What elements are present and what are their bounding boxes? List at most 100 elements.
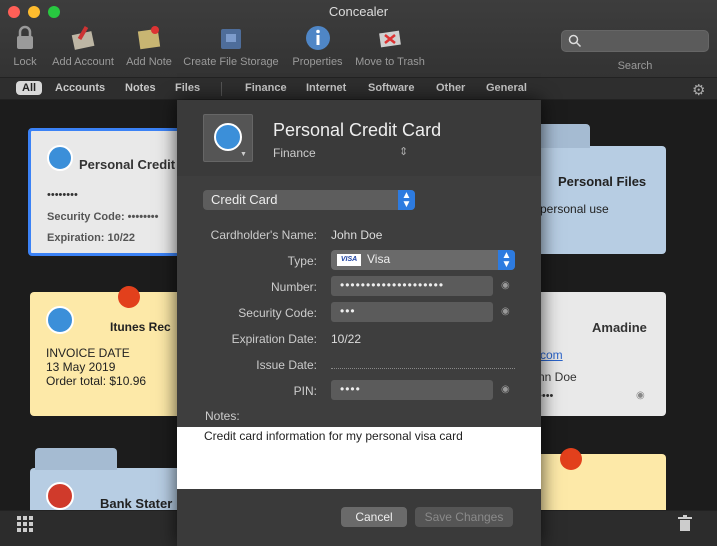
- cancel-button[interactable]: Cancel: [341, 507, 407, 527]
- add-account-button[interactable]: Add Account: [48, 24, 118, 68]
- folder-tab: [35, 448, 117, 470]
- properties-button[interactable]: Properties: [289, 24, 346, 68]
- type-label: Type:: [287, 254, 317, 268]
- credit-card-icon: [214, 123, 242, 151]
- visa-icon: VISA: [337, 254, 361, 266]
- add-account-label: Add Account: [52, 56, 114, 68]
- notes-label: Notes:: [205, 409, 240, 423]
- add-note-icon: [137, 26, 161, 50]
- tab-finance[interactable]: Finance: [245, 82, 287, 94]
- issue-date-label: Issue Date:: [256, 358, 317, 372]
- eye-icon[interactable]: ◉: [636, 390, 645, 401]
- filter-tab-bar: All Accounts Notes Files Finance Interne…: [0, 78, 717, 100]
- card-type-popup[interactable]: VISA Visa ▲ ▼: [331, 250, 515, 270]
- tab-accounts[interactable]: Accounts: [55, 82, 105, 94]
- dialog-header: ▼ Personal Credit Card Finance ⇕: [177, 100, 541, 176]
- card-type-value: Visa: [367, 252, 391, 266]
- chevron-down-icon: ▼: [240, 151, 247, 158]
- lock-icon: [17, 25, 33, 49]
- security-code-field[interactable]: •••: [331, 302, 493, 322]
- pin-label: PIN:: [293, 384, 317, 398]
- expiration-value[interactable]: 10/22: [331, 332, 361, 346]
- add-note-button[interactable]: Add Note: [123, 24, 175, 68]
- search-label: Search: [617, 60, 653, 72]
- item-icon-picker[interactable]: ▼: [203, 114, 253, 162]
- tab-files[interactable]: Files: [175, 82, 200, 94]
- dialog-title[interactable]: Personal Credit Card: [273, 120, 441, 141]
- trash-icon[interactable]: [678, 515, 692, 531]
- tab-internet[interactable]: Internet: [306, 82, 346, 94]
- properties-label: Properties: [292, 56, 343, 68]
- search-field[interactable]: [561, 30, 709, 52]
- add-account-icon: [71, 25, 95, 50]
- tab-general[interactable]: General: [486, 82, 527, 94]
- cardholder-label: Cardholder's Name:: [210, 228, 317, 242]
- card-line: INVOICE DATE: [46, 346, 130, 360]
- gear-icon[interactable]: ⚙: [692, 81, 705, 99]
- updown-chevron-icon: ▲ ▼: [398, 190, 415, 210]
- card-personal-credit[interactable]: Personal Credit •••••••• Security Code: …: [28, 128, 188, 256]
- card-personal-files[interactable]: Personal Files personal use: [528, 124, 666, 254]
- card-title: Personal Files: [558, 174, 647, 189]
- card-title: Personal Credit: [79, 157, 176, 172]
- category-selector[interactable]: Finance: [273, 146, 316, 160]
- dialog-footer: Cancel Save Changes: [177, 489, 541, 546]
- tab-other[interactable]: Other: [436, 82, 465, 94]
- card-title: Amadine: [592, 320, 647, 335]
- create-file-storage-button[interactable]: Create File Storage: [180, 24, 282, 68]
- card-username: nn Doe: [538, 370, 577, 384]
- lock-label: Lock: [13, 56, 37, 68]
- title-bar: Concealer Lock Add Account Add Note Crea…: [0, 0, 717, 78]
- card-title: Bank Stater: [100, 496, 173, 511]
- move-to-trash-label: Move to Trash: [355, 56, 425, 68]
- lock-button[interactable]: Lock: [8, 24, 42, 68]
- card-amadine[interactable]: Amadine com nn Doe •••• ◉: [528, 292, 666, 416]
- info-icon: [305, 26, 330, 50]
- download-icon: [46, 482, 74, 510]
- pin-field[interactable]: ••••: [331, 380, 493, 400]
- card-title: Itunes Rec: [110, 320, 171, 334]
- updown-chevron-icon: ▲ ▼: [498, 250, 515, 270]
- monitor-icon: [46, 306, 74, 334]
- issue-date-field[interactable]: [331, 368, 515, 369]
- edit-item-dialog: ▼ Personal Credit Card Finance ⇕ Credit …: [177, 100, 541, 546]
- number-label: Number:: [270, 280, 317, 294]
- add-note-label: Add Note: [126, 56, 172, 68]
- cardholder-value[interactable]: John Doe: [331, 228, 382, 242]
- card-expiration: Expiration: 10/22: [47, 232, 136, 244]
- tab-all[interactable]: All: [16, 81, 43, 95]
- card-text: personal use: [540, 202, 609, 216]
- grid-view-icon[interactable]: [17, 516, 33, 532]
- folder-tab: [536, 124, 590, 148]
- card-line: Order total: $10.96: [46, 374, 147, 388]
- template-value: Credit Card: [211, 192, 278, 207]
- card-dots: ••••••••: [47, 189, 78, 201]
- eye-icon[interactable]: ◉: [501, 280, 510, 291]
- search-icon: [568, 34, 582, 48]
- window-title: Concealer: [328, 4, 389, 19]
- trash-card-icon: [379, 30, 401, 48]
- updown-chevron-icon[interactable]: ⇕: [399, 145, 408, 158]
- file-storage-icon: [221, 29, 241, 49]
- security-code-label: Security Code:: [238, 306, 317, 320]
- search-input[interactable]: [584, 33, 704, 49]
- eye-icon[interactable]: ◉: [501, 384, 510, 395]
- save-changes-button[interactable]: Save Changes: [415, 507, 513, 527]
- card-security: Security Code: ••••••••: [47, 211, 159, 223]
- tab-notes[interactable]: Notes: [125, 82, 156, 94]
- tab-software[interactable]: Software: [368, 82, 414, 94]
- credit-card-icon: [47, 145, 73, 171]
- tab-divider: [221, 82, 222, 96]
- template-popup[interactable]: Credit Card ▲ ▼: [203, 190, 415, 210]
- create-file-storage-label: Create File Storage: [183, 56, 279, 68]
- card-itunes-receipt[interactable]: Itunes Rec INVOICE DATE 13 May 2019 Orde…: [30, 286, 190, 416]
- number-field[interactable]: ••••••••••••••••••••: [331, 276, 493, 296]
- notes-textarea[interactable]: Credit card information for my personal …: [177, 427, 541, 489]
- card-note[interactable]: [528, 448, 666, 510]
- move-to-trash-button[interactable]: Move to Trash: [352, 24, 428, 68]
- eye-icon[interactable]: ◉: [501, 306, 510, 317]
- pushpin-icon: [118, 286, 140, 308]
- card-link[interactable]: com: [540, 348, 563, 362]
- card-bank-statements[interactable]: Bank Stater: [30, 448, 190, 511]
- card-line: 13 May 2019: [46, 360, 116, 374]
